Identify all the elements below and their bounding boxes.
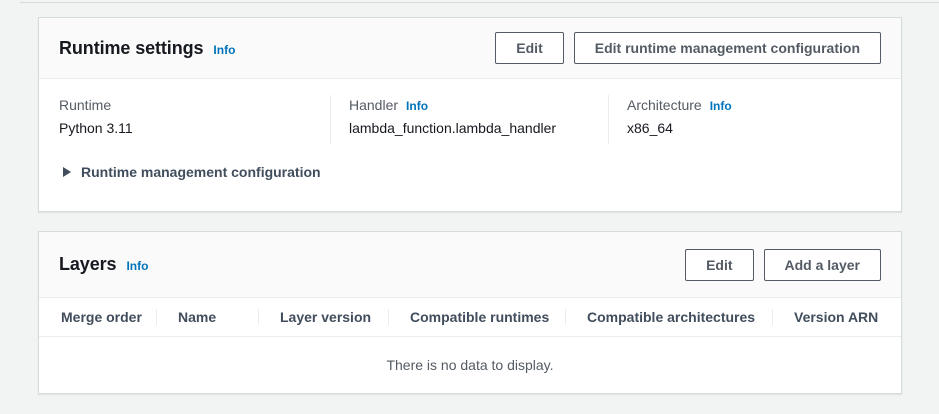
- layers-table-empty-state: There is no data to display.: [39, 337, 901, 393]
- runtime-settings-title-group: Runtime settings Info: [59, 38, 235, 59]
- runtime-settings-actions: Edit Edit runtime management configurati…: [495, 32, 881, 64]
- layers-header: Layers Info Edit Add a layer: [39, 232, 901, 298]
- layers-actions: Edit Add a layer: [685, 249, 881, 281]
- architecture-field-label: Architecture: [627, 97, 702, 113]
- column-header-compatible-runtimes: Compatible runtimes: [388, 309, 565, 325]
- layers-info-link[interactable]: Info: [126, 259, 148, 273]
- layers-title: Layers: [59, 254, 116, 275]
- column-header-version-arn: Version ARN: [772, 309, 901, 325]
- architecture-field: Architecture Info x86_64: [608, 95, 881, 144]
- layers-table-header-row: Merge order Name Layer version Compatibl…: [39, 298, 901, 337]
- column-header-merge-order: Merge order: [39, 309, 156, 325]
- handler-field-label: Handler: [349, 97, 398, 113]
- runtime-field-value: Python 3.11: [59, 120, 330, 136]
- runtime-settings-info-link[interactable]: Info: [213, 43, 235, 57]
- column-header-compatible-architectures: Compatible architectures: [565, 309, 772, 325]
- runtime-management-configuration-expander[interactable]: Runtime management configuration: [59, 164, 881, 180]
- runtime-settings-fields: Runtime Python 3.11 Handler Info lambda_…: [59, 95, 881, 144]
- add-a-layer-button[interactable]: Add a layer: [764, 249, 881, 281]
- caret-right-icon: [63, 167, 71, 177]
- edit-runtime-settings-button[interactable]: Edit: [495, 32, 563, 64]
- section-divider: [20, 2, 939, 3]
- architecture-field-value: x86_64: [627, 120, 881, 136]
- runtime-settings-title: Runtime settings: [59, 38, 203, 59]
- layers-title-group: Layers Info: [59, 254, 148, 275]
- runtime-field: Runtime Python 3.11: [59, 95, 330, 144]
- handler-field: Handler Info lambda_function.lambda_hand…: [330, 95, 608, 144]
- layers-panel: Layers Info Edit Add a layer Merge order…: [38, 231, 902, 394]
- handler-info-link[interactable]: Info: [406, 99, 428, 113]
- handler-field-value: lambda_function.lambda_handler: [349, 120, 608, 136]
- column-header-name: Name: [156, 309, 258, 325]
- edit-runtime-management-configuration-button[interactable]: Edit runtime management configuration: [574, 32, 881, 64]
- runtime-management-configuration-expander-label: Runtime management configuration: [81, 164, 321, 180]
- runtime-settings-header: Runtime settings Info Edit Edit runtime …: [39, 18, 901, 79]
- column-header-layer-version: Layer version: [258, 309, 388, 325]
- runtime-settings-panel: Runtime settings Info Edit Edit runtime …: [38, 17, 902, 212]
- runtime-field-label: Runtime: [59, 97, 111, 113]
- architecture-info-link[interactable]: Info: [710, 99, 732, 113]
- edit-layers-button[interactable]: Edit: [685, 249, 753, 281]
- runtime-settings-body: Runtime Python 3.11 Handler Info lambda_…: [39, 79, 901, 180]
